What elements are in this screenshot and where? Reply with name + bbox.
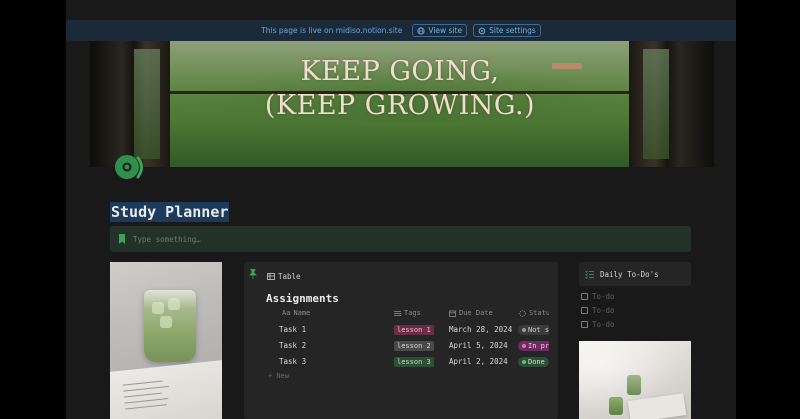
todo-title: Daily To-Do's	[600, 269, 659, 279]
status-icon	[519, 309, 526, 317]
calendar-icon	[449, 310, 456, 317]
table-header: Aa Name Tags Due Date Status	[244, 309, 549, 321]
status-dot	[522, 328, 526, 332]
row-tag[interactable]: lesson 2	[394, 341, 434, 351]
status-dot	[522, 360, 526, 364]
globe-icon	[417, 26, 425, 35]
row-status[interactable]: Done	[518, 357, 549, 367]
row-name[interactable]: Task 2	[279, 341, 306, 350]
todo-item[interactable]: To-do	[581, 306, 615, 315]
status-dot	[522, 344, 526, 348]
row-tag[interactable]: lesson 3	[394, 357, 434, 367]
list-icon	[394, 310, 401, 316]
matcha-photo	[110, 262, 222, 419]
notion-page: This page is live on midiso.notion.site …	[66, 0, 736, 419]
text-property-icon: Aa	[282, 309, 291, 317]
row-name[interactable]: Task 3	[279, 357, 306, 366]
row-due-date[interactable]: March 28, 2024	[449, 325, 512, 334]
column-tags[interactable]: Tags	[394, 309, 421, 317]
column-name[interactable]: Aa Name	[282, 309, 310, 317]
todo-item[interactable]: To-do	[581, 320, 615, 329]
callout-block[interactable]: Type something…	[110, 226, 691, 252]
table-row[interactable]: Task 1 lesson 1 March 28, 2024 Not start…	[244, 322, 549, 338]
site-settings-label: Site settings	[489, 26, 536, 35]
published-bar: This page is live on midiso.notion.site …	[66, 20, 736, 41]
cover-quote: KEEP GOING, (KEEP GROWING.)	[210, 55, 590, 123]
checkbox[interactable]	[581, 307, 588, 314]
view-site-label: View site	[428, 26, 463, 35]
gear-icon	[478, 27, 486, 34]
bookmark-icon	[119, 234, 125, 244]
row-status[interactable]: In progress	[518, 341, 549, 351]
todo-item[interactable]: To-do	[581, 292, 615, 301]
row-name[interactable]: Task 1	[279, 325, 306, 334]
published-message: This page is live on midiso.notion.site	[261, 26, 403, 35]
row-due-date[interactable]: April 5, 2024	[449, 341, 508, 350]
row-status[interactable]: Not started	[518, 325, 549, 335]
row-due-date[interactable]: April 2, 2024	[449, 357, 508, 366]
window-frame-left	[90, 41, 170, 167]
page-title[interactable]: Study Planner	[110, 202, 230, 222]
checkbox[interactable]	[581, 321, 588, 328]
callout-placeholder: Type something…	[133, 234, 201, 244]
cover-quote-line-2: (KEEP GROWING.)	[264, 90, 536, 121]
cover-image: KEEP GOING, (KEEP GROWING.)	[90, 41, 714, 167]
headphones-icon[interactable]	[114, 151, 144, 181]
aesthetic-photo	[579, 341, 691, 419]
left-margin	[0, 0, 66, 419]
right-margin	[736, 0, 800, 419]
table-row[interactable]: Task 3 lesson 3 April 2, 2024 Done	[244, 354, 549, 370]
page-title-wrap: Study Planner	[110, 202, 230, 222]
checklist-icon	[585, 270, 594, 279]
new-row-button[interactable]: + New	[268, 372, 289, 380]
site-settings-button[interactable]: Site settings	[473, 24, 541, 37]
assignments-database: Table Assignments Aa Name Tags Due Date	[244, 262, 558, 419]
table-row[interactable]: Task 2 lesson 2 April 5, 2024 In progres…	[244, 338, 549, 354]
column-status[interactable]: Status	[519, 309, 549, 317]
window-frame-right	[629, 41, 714, 167]
todo-header[interactable]: Daily To-Do's	[579, 262, 691, 286]
column-due-date[interactable]: Due Date	[449, 309, 493, 317]
view-site-button[interactable]: View site	[412, 24, 468, 37]
checkbox[interactable]	[581, 293, 588, 300]
cover-quote-line-1: KEEP GOING,	[300, 56, 500, 87]
row-tag[interactable]: lesson 1	[394, 325, 434, 335]
